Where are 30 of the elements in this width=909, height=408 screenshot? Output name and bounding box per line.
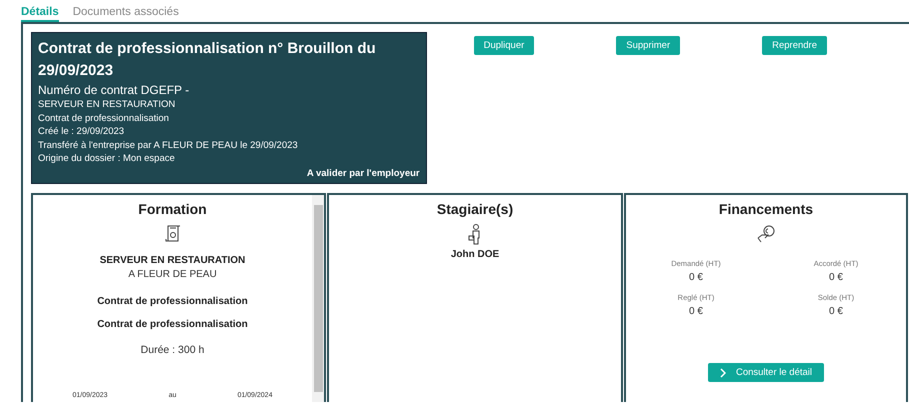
tab[interactable]: Documents associés — [72, 6, 179, 22]
contract-title: Contrat de professionnalisation n° Brouillon du 29/09/2023 — [38, 39, 377, 81]
contract-detail: Créé le : 29/09/2023 — [38, 125, 126, 138]
panel-title: Stagiaire(s) — [436, 201, 514, 217]
contract-number: Numéro de contrat DGEFP - — [38, 83, 190, 98]
action-button[interactable]: Supprimer — [616, 36, 680, 55]
contract-status: A valider par l'employeur — [306, 168, 420, 179]
amount-value: 0 € — [829, 306, 843, 317]
formation-name: SERVEUR EN RESTAURATION — [100, 255, 246, 266]
amount-value: 0 € — [829, 272, 843, 283]
action-button[interactable]: Reprendre — [762, 36, 827, 55]
organisme-name: A FLEUR DE PEAU — [128, 269, 217, 280]
contract-detail: SERVEUR EN RESTAURATION — [38, 98, 176, 112]
tab[interactable]: Détails — [21, 6, 59, 22]
trainee-name[interactable]: John DOE — [450, 249, 500, 260]
chevron-icon — [720, 368, 726, 378]
contract-type: Contrat de professionnalisation — [97, 319, 248, 330]
duration: Durée : 300 h — [140, 344, 204, 356]
action-button[interactable]: Dupliquer — [474, 36, 534, 55]
contract-type: Contrat de professionnalisation — [97, 296, 248, 307]
contract-detail: Contrat de professionnalisation — [38, 112, 170, 125]
panel-title: Financements — [718, 201, 814, 217]
amount-value: 0 € — [689, 272, 703, 283]
scrollbar[interactable] — [312, 195, 324, 402]
amount-value: 0 € — [689, 306, 703, 317]
panel-title: Formation — [138, 201, 207, 217]
details-button[interactable]: Consulter le détail — [708, 363, 824, 382]
contract-detail: Origine du dossier : Mon espace — [38, 152, 176, 166]
hand-coin-icon — [755, 223, 777, 245]
contract-detail: Transféré à l'entreprise par A FLEUR DE PEAU le 29/09/2023 — [38, 138, 299, 152]
